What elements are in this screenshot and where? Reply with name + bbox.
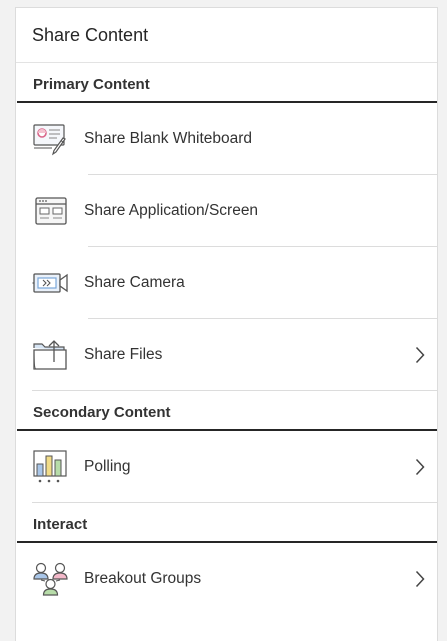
chevron-right-icon: [413, 457, 427, 477]
section-title-primary: Primary Content: [17, 63, 437, 103]
application-window-icon: [32, 192, 70, 230]
chevron-right-icon: [413, 569, 427, 589]
share-application-screen-button[interactable]: Share Application/Screen: [16, 175, 437, 247]
polling-chart-icon: [32, 448, 70, 486]
share-blank-whiteboard-label: Share Blank Whiteboard: [84, 130, 253, 147]
breakout-groups-label: Breakout Groups: [84, 570, 202, 587]
breakout-groups-icon: [32, 560, 70, 598]
divider: [32, 390, 437, 391]
folder-upload-icon: [32, 336, 70, 374]
camera-icon: [32, 264, 70, 302]
share-camera-button[interactable]: Share Camera: [16, 247, 437, 319]
share-camera-label: Share Camera: [84, 274, 185, 291]
polling-label: Polling: [84, 458, 131, 475]
share-blank-whiteboard-button[interactable]: Share Blank Whiteboard: [16, 103, 437, 175]
share-files-label: Share Files: [84, 346, 163, 363]
whiteboard-icon: [32, 120, 70, 158]
section-title-interact: Interact: [17, 503, 437, 543]
polling-button[interactable]: Polling: [16, 431, 437, 503]
divider: [32, 502, 437, 503]
panel-title: Share Content: [16, 8, 437, 63]
breakout-groups-button[interactable]: Breakout Groups: [16, 543, 437, 615]
share-content-panel: Share Content Primary Content Share Blan…: [15, 7, 438, 641]
chevron-right-icon: [413, 345, 427, 365]
share-application-screen-label: Share Application/Screen: [84, 202, 259, 219]
section-title-secondary: Secondary Content: [17, 391, 437, 431]
share-files-button[interactable]: Share Files: [16, 319, 437, 391]
